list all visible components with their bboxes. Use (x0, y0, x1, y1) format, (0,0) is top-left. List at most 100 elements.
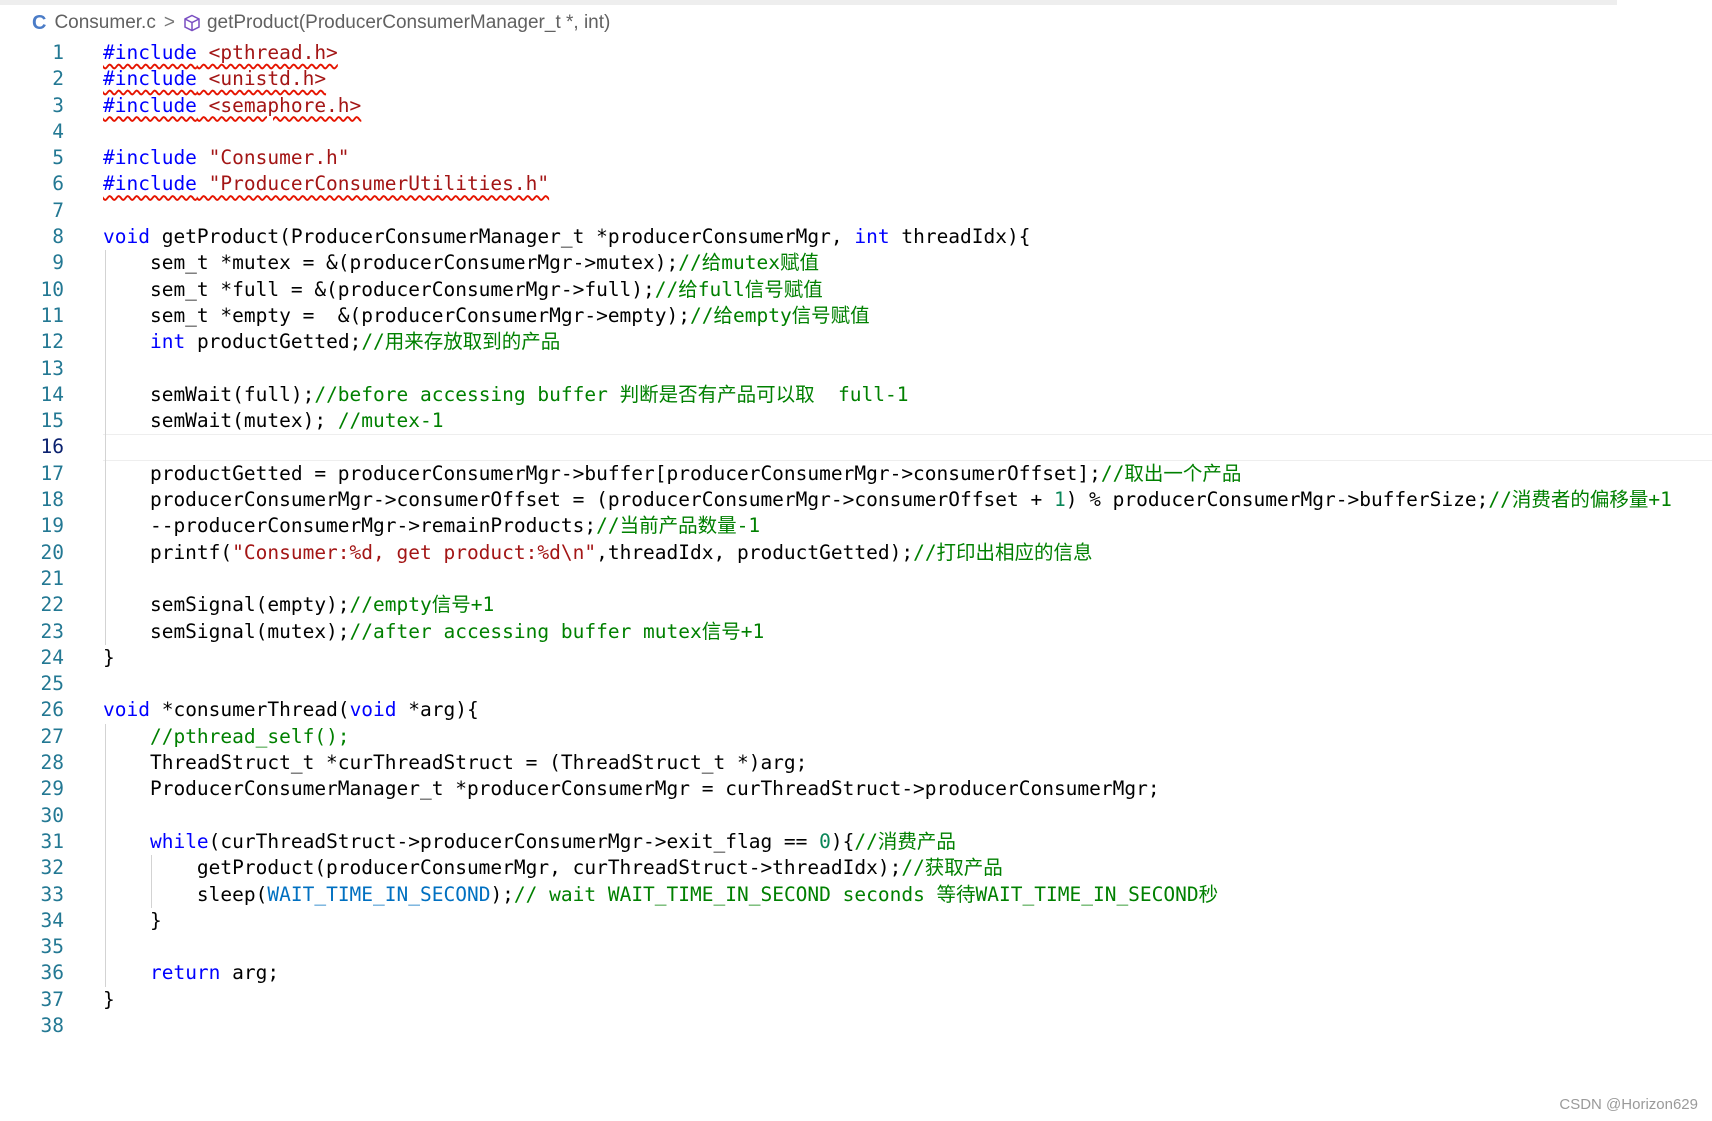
line-number: 16 (40, 435, 64, 459)
code-text[interactable]: } (103, 987, 115, 1013)
code-line[interactable]: 7 (0, 198, 1712, 224)
code-line[interactable]: 36 return arg; (0, 960, 1712, 986)
code-line[interactable]: 8 void getProduct(ProducerConsumerManager… (0, 224, 1712, 250)
code-editor[interactable]: 1 #include <pthread.h> 2 #include <unistd.h… (0, 40, 1712, 1039)
line-number: 25 (40, 672, 64, 696)
line-number: 22 (40, 593, 64, 617)
line-number: 13 (40, 356, 64, 380)
code-text[interactable]: return arg; (103, 960, 279, 986)
code-line[interactable]: 11 sem_t *empty = &(producerConsumerMgr-… (0, 303, 1712, 329)
code-line[interactable]: 15 semWait(mutex); //mutex-1 (0, 408, 1712, 434)
code-line[interactable]: 23 semSignal(mutex);//after accessing bu… (0, 619, 1712, 645)
code-line[interactable]: 14 semWait(full);//before accessing buff… (0, 382, 1712, 408)
code-text[interactable]: #include <unistd.h> (103, 66, 326, 92)
line-number: 12 (40, 330, 64, 354)
code-text[interactable]: void *consumerThread(void *arg){ (103, 697, 479, 723)
code-text[interactable]: #include "ProducerConsumerUtilities.h" (103, 171, 549, 197)
code-text[interactable]: } (103, 908, 162, 934)
code-text[interactable]: semWait(mutex); //mutex-1 (103, 408, 444, 434)
cube-icon (184, 14, 200, 32)
code-text[interactable]: getProduct(producerConsumerMgr, curThrea… (103, 855, 1003, 881)
breadcrumb-file[interactable]: Consumer.c (54, 12, 155, 34)
code-line[interactable]: 35 (0, 934, 1712, 960)
line-number: 37 (40, 987, 64, 1011)
code-line[interactable]: 26 void *consumerThread(void *arg){ (0, 697, 1712, 723)
code-line[interactable]: 28 ThreadStruct_t *curThreadStruct = (Th… (0, 750, 1712, 776)
code-text[interactable]: ProducerConsumerManager_t *producerConsu… (103, 776, 1160, 802)
code-line[interactable]: 5 #include "Consumer.h" (0, 145, 1712, 171)
code-line[interactable]: 24} (0, 645, 1712, 671)
code-line[interactable]: 30 (0, 803, 1712, 829)
code-text[interactable]: --producerConsumerMgr->remainProducts;//… (103, 513, 760, 539)
line-number: 1 (52, 41, 64, 64)
code-line[interactable]: 18 producerConsumerMgr->consumerOffset =… (0, 487, 1712, 513)
code-line[interactable]: 19 --producerConsumerMgr->remainProducts… (0, 513, 1712, 539)
code-line[interactable]: 1 #include <pthread.h> (0, 40, 1712, 66)
code-text[interactable]: sem_t *empty = &(producerConsumerMgr->em… (103, 303, 870, 329)
breadcrumb: C Consumer.c > getProduct(ProducerConsum… (0, 8, 610, 38)
line-number: 27 (40, 724, 64, 748)
line-number: 30 (40, 803, 64, 827)
code-text[interactable]: producerConsumerMgr->consumerOffset = (p… (103, 487, 1672, 513)
line-number: 34 (40, 908, 64, 932)
code-line[interactable]: 21 (0, 566, 1712, 592)
code-text[interactable]: #include <semaphore.h> (103, 93, 361, 119)
line-number: 19 (40, 514, 64, 538)
code-line[interactable]: 25 (0, 671, 1712, 697)
code-text[interactable]: sleep(WAIT_TIME_IN_SECOND);// wait WAIT_… (103, 882, 1218, 908)
line-number: 7 (52, 198, 64, 222)
breadcrumb-symbol[interactable]: getProduct(ProducerConsumerManager_t *, … (207, 12, 610, 34)
code-line[interactable]: 22 semSignal(empty);//empty信号+1 (0, 592, 1712, 618)
code-line[interactable]: 38 (0, 1013, 1712, 1039)
code-line[interactable]: 34 } (0, 908, 1712, 934)
code-line[interactable]: 16 (0, 434, 1712, 461)
line-number: 28 (40, 751, 64, 775)
code-text[interactable]: sem_t *mutex = &(producerConsumerMgr->mu… (103, 250, 819, 276)
code-text[interactable]: printf("Consumer:%d, get product:%d\n",t… (103, 540, 1093, 566)
code-text[interactable]: semSignal(mutex);//after accessing buffe… (103, 619, 764, 645)
code-line[interactable]: 2 #include <unistd.h> (0, 66, 1712, 92)
code-line[interactable]: 29 ProducerConsumerManager_t *producerCo… (0, 776, 1712, 802)
code-text[interactable]: productGetted = producerConsumerMgr->buf… (103, 461, 1241, 487)
code-text[interactable]: int productGetted;//用来存放取到的产品 (103, 329, 560, 355)
current-line-highlight (103, 434, 1712, 461)
code-line[interactable]: 32 getProduct(producerConsumerMgr, curTh… (0, 855, 1712, 881)
code-text[interactable]: while(curThreadStruct->producerConsumerM… (103, 829, 956, 855)
line-number: 17 (40, 461, 64, 485)
line-number: 20 (40, 540, 64, 564)
line-number: 2 (52, 67, 64, 91)
code-line[interactable]: 31 while(curThreadStruct->producerConsum… (0, 829, 1712, 855)
line-number: 36 (40, 961, 64, 985)
code-line[interactable]: 20 printf("Consumer:%d, get product:%d\n… (0, 540, 1712, 566)
code-text[interactable]: //pthread_self(); (103, 724, 350, 750)
line-number: 21 (40, 566, 64, 590)
code-line[interactable]: 27 //pthread_self(); (0, 724, 1712, 750)
code-text[interactable]: #include <pthread.h> (103, 40, 338, 66)
line-number: 35 (40, 935, 64, 959)
line-number: 9 (52, 251, 64, 275)
code-text[interactable]: ThreadStruct_t *curThreadStruct = (Threa… (103, 750, 807, 776)
editor-top-strip (0, 0, 1617, 5)
line-number: 8 (52, 225, 64, 249)
watermark: CSDN @Horizon629 (1559, 1096, 1698, 1113)
line-number: 23 (40, 619, 64, 643)
code-text[interactable]: } (103, 645, 115, 671)
code-line[interactable]: 4 (0, 119, 1712, 145)
code-text[interactable]: sem_t *full = &(producerConsumerMgr->ful… (103, 277, 823, 303)
code-line[interactable]: 6 #include "ProducerConsumerUtilities.h" (0, 171, 1712, 197)
code-line[interactable]: 10 sem_t *full = &(producerConsumerMgr->… (0, 277, 1712, 303)
code-text[interactable]: semWait(full);//before accessing buffer … (103, 382, 909, 408)
code-line[interactable]: 13 (0, 356, 1712, 382)
code-text[interactable]: #include "Consumer.h" (103, 145, 350, 171)
code-line[interactable]: 33 sleep(WAIT_TIME_IN_SECOND);// wait WA… (0, 882, 1712, 908)
code-line[interactable]: 12 int productGetted;//用来存放取到的产品 (0, 329, 1712, 355)
code-text[interactable]: semSignal(empty);//empty信号+1 (103, 592, 494, 618)
line-number: 24 (40, 645, 64, 669)
code-line[interactable]: 3 #include <semaphore.h> (0, 93, 1712, 119)
line-number: 6 (52, 172, 64, 196)
line-number: 33 (40, 882, 64, 906)
code-line[interactable]: 37} (0, 987, 1712, 1013)
code-line[interactable]: 9 sem_t *mutex = &(producerConsumerMgr->… (0, 250, 1712, 276)
code-line[interactable]: 17 productGetted = producerConsumerMgr->… (0, 461, 1712, 487)
code-text[interactable]: void getProduct(ProducerConsumerManager_… (103, 224, 1031, 250)
